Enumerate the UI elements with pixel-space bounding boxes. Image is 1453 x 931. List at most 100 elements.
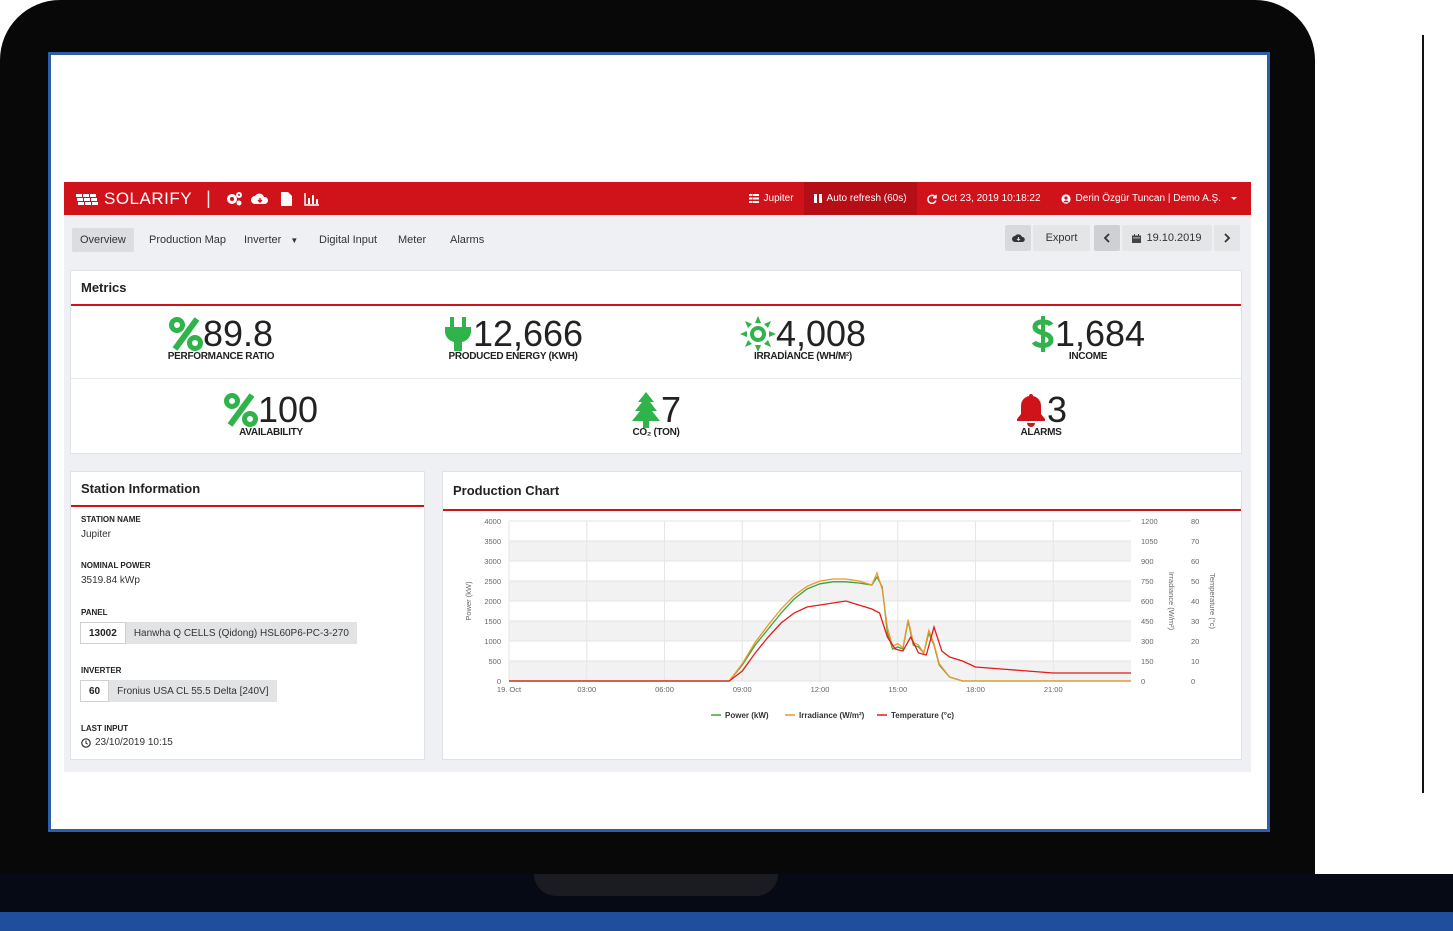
y-right2-tick-label: 20 bbox=[1191, 637, 1199, 646]
metrics-divider bbox=[71, 378, 1241, 379]
x-tick-label: 09:00 bbox=[733, 685, 752, 694]
tab-alarms[interactable]: Alarms bbox=[442, 228, 492, 252]
y-left-tick-label: 4000 bbox=[484, 517, 501, 526]
y-right1-tick-label: 900 bbox=[1141, 557, 1154, 566]
export-cloud-button[interactable] bbox=[1005, 225, 1031, 251]
tab-inverter-label: Inverter bbox=[244, 234, 282, 246]
y-left-tick-label: 1000 bbox=[484, 637, 501, 646]
grid-icon bbox=[748, 194, 759, 203]
laptop-strip bbox=[0, 912, 1453, 931]
inverter-count: 60 bbox=[80, 680, 110, 702]
bar-chart-icon[interactable] bbox=[303, 191, 321, 207]
tab-meter[interactable]: Meter bbox=[390, 228, 434, 252]
station-info-card: Station Information STATION NAME Jupiter… bbox=[70, 471, 425, 760]
legend-label: Irradiance (W/m²) bbox=[799, 711, 865, 720]
percent-icon bbox=[168, 317, 203, 351]
brand-separator: | bbox=[206, 188, 211, 208]
nominal-power-value: 3519.84 kWp bbox=[81, 575, 140, 586]
y-right2-tick-label: 80 bbox=[1191, 517, 1199, 526]
y-right1-tick-label: 750 bbox=[1141, 577, 1154, 586]
percent-icon bbox=[223, 393, 258, 427]
gears-icon[interactable] bbox=[225, 191, 243, 207]
metric-label: AVAILABILITY bbox=[239, 427, 303, 438]
metric-value: 12,666 bbox=[472, 313, 584, 354]
station-selector[interactable]: Jupiter bbox=[739, 182, 804, 215]
file-icon[interactable] bbox=[277, 191, 295, 207]
pause-icon bbox=[813, 194, 822, 203]
tab-production-map[interactable]: Production Map bbox=[141, 228, 234, 252]
x-tick-label: 19. Oct bbox=[497, 685, 522, 694]
tab-inverter[interactable]: Inverter ▼ bbox=[236, 228, 306, 252]
y-left-tick-label: 2500 bbox=[484, 577, 501, 586]
inverter-model: Fronius USA CL 55.5 Delta [240V] bbox=[109, 680, 277, 702]
screen: SOLARIFY | Jupiter Auto refresh (60s) Oc… bbox=[48, 52, 1270, 832]
legend-label: Power (kW) bbox=[725, 711, 769, 720]
y-right1-tick-label: 1200 bbox=[1141, 517, 1158, 526]
tab-overview[interactable]: Overview bbox=[72, 228, 134, 252]
metric-produced-energy: 12,666 PRODUCED ENERGY (KWH) bbox=[413, 315, 613, 362]
metric-label: ALARMS bbox=[1020, 427, 1062, 438]
last-input-row: 23/10/2019 10:15 bbox=[81, 737, 173, 748]
panel-label: PANEL bbox=[81, 608, 108, 617]
y-left-tick-label: 500 bbox=[488, 657, 501, 666]
metric-value: 100 bbox=[257, 389, 319, 430]
x-tick-label: 12:00 bbox=[811, 685, 830, 694]
panel-count: 13002 bbox=[80, 622, 126, 644]
laptop-notch bbox=[534, 874, 778, 896]
sun-icon bbox=[739, 316, 776, 352]
station-info-title: Station Information bbox=[71, 472, 424, 507]
date-picker[interactable]: 19.10.2019 bbox=[1122, 225, 1212, 251]
y-left-axis-label: Power (kW) bbox=[464, 581, 473, 621]
station-name-label: STATION NAME bbox=[81, 515, 141, 524]
y-left-tick-label: 3000 bbox=[484, 557, 501, 566]
brand-name: SOLARIFY bbox=[104, 188, 193, 208]
auto-refresh-label: Auto refresh (60s) bbox=[826, 193, 907, 204]
chevron-right-icon bbox=[1224, 233, 1231, 243]
metric-value: 3 bbox=[1046, 389, 1068, 430]
metric-alarms: 3 ALARMS bbox=[991, 391, 1091, 438]
prev-date-button[interactable] bbox=[1094, 225, 1120, 251]
metric-co2: 7 CO₂ (TON) bbox=[606, 391, 706, 438]
top-bar-right: Jupiter Auto refresh (60s) Oct 23, 2019 … bbox=[739, 182, 1251, 215]
cloud-icon[interactable] bbox=[250, 191, 269, 207]
refresh-button[interactable]: Oct 23, 2019 10:18:22 bbox=[917, 182, 1051, 215]
caret-down-icon bbox=[1231, 196, 1237, 200]
inverter-label: INVERTER bbox=[81, 666, 122, 675]
metric-label: PERFORMANCE RATIO bbox=[167, 351, 275, 362]
y-right2-axis-label: Temperature (°c) bbox=[1208, 573, 1217, 629]
metric-performance-ratio: 89.8 PERFORMANCE RATIO bbox=[131, 315, 311, 363]
user-menu[interactable]: Derin Özgür Tuncan | Demo A.Ş. bbox=[1051, 182, 1251, 215]
selected-date: 19.10.2019 bbox=[1146, 232, 1202, 244]
export-button[interactable]: Export bbox=[1033, 225, 1090, 251]
clock-icon bbox=[81, 737, 91, 748]
y-right2-tick-label: 40 bbox=[1191, 597, 1199, 606]
y-right1-tick-label: 150 bbox=[1141, 657, 1154, 666]
metrics-title: Metrics bbox=[71, 271, 1241, 306]
x-tick-label: 21:00 bbox=[1044, 685, 1063, 694]
refresh-icon bbox=[926, 194, 937, 204]
legend-label: Temperature (°c) bbox=[891, 711, 954, 720]
x-tick-label: 03:00 bbox=[577, 685, 596, 694]
metric-label: INCOME bbox=[1068, 351, 1108, 362]
metrics-card: Metrics 89.8 PERFORMANCE RATIO 12,666 PR… bbox=[70, 270, 1242, 454]
caret-down-icon: ▼ bbox=[290, 236, 299, 245]
chevron-left-icon bbox=[1103, 233, 1110, 243]
x-tick-label: 18:00 bbox=[966, 685, 985, 694]
divider-line bbox=[1422, 35, 1424, 793]
metric-value: 7 bbox=[660, 389, 682, 430]
plug-icon bbox=[444, 317, 471, 351]
metric-value: 4,008 bbox=[775, 313, 867, 354]
production-chart[interactable]: 0 0 0500 150 101000 300 201500 450 302000 600 4025… bbox=[443, 511, 1241, 759]
next-date-button[interactable] bbox=[1214, 225, 1240, 251]
user-name: Derin Özgür Tuncan | Demo A.Ş. bbox=[1075, 193, 1221, 204]
y-right2-tick-label: 60 bbox=[1191, 557, 1199, 566]
tab-digital-input[interactable]: Digital Input bbox=[311, 228, 385, 252]
nominal-power-label: NOMINAL POWER bbox=[81, 561, 151, 570]
y-right1-tick-label: 1050 bbox=[1141, 537, 1158, 546]
y-right2-tick-label: 30 bbox=[1191, 617, 1199, 626]
brand[interactable]: SOLARIFY bbox=[76, 189, 192, 209]
y-right2-tick-label: 10 bbox=[1191, 657, 1199, 666]
y-right1-tick-label: 600 bbox=[1141, 597, 1154, 606]
auto-refresh-toggle[interactable]: Auto refresh (60s) bbox=[803, 182, 917, 215]
last-input-value: 23/10/2019 10:15 bbox=[95, 737, 173, 748]
